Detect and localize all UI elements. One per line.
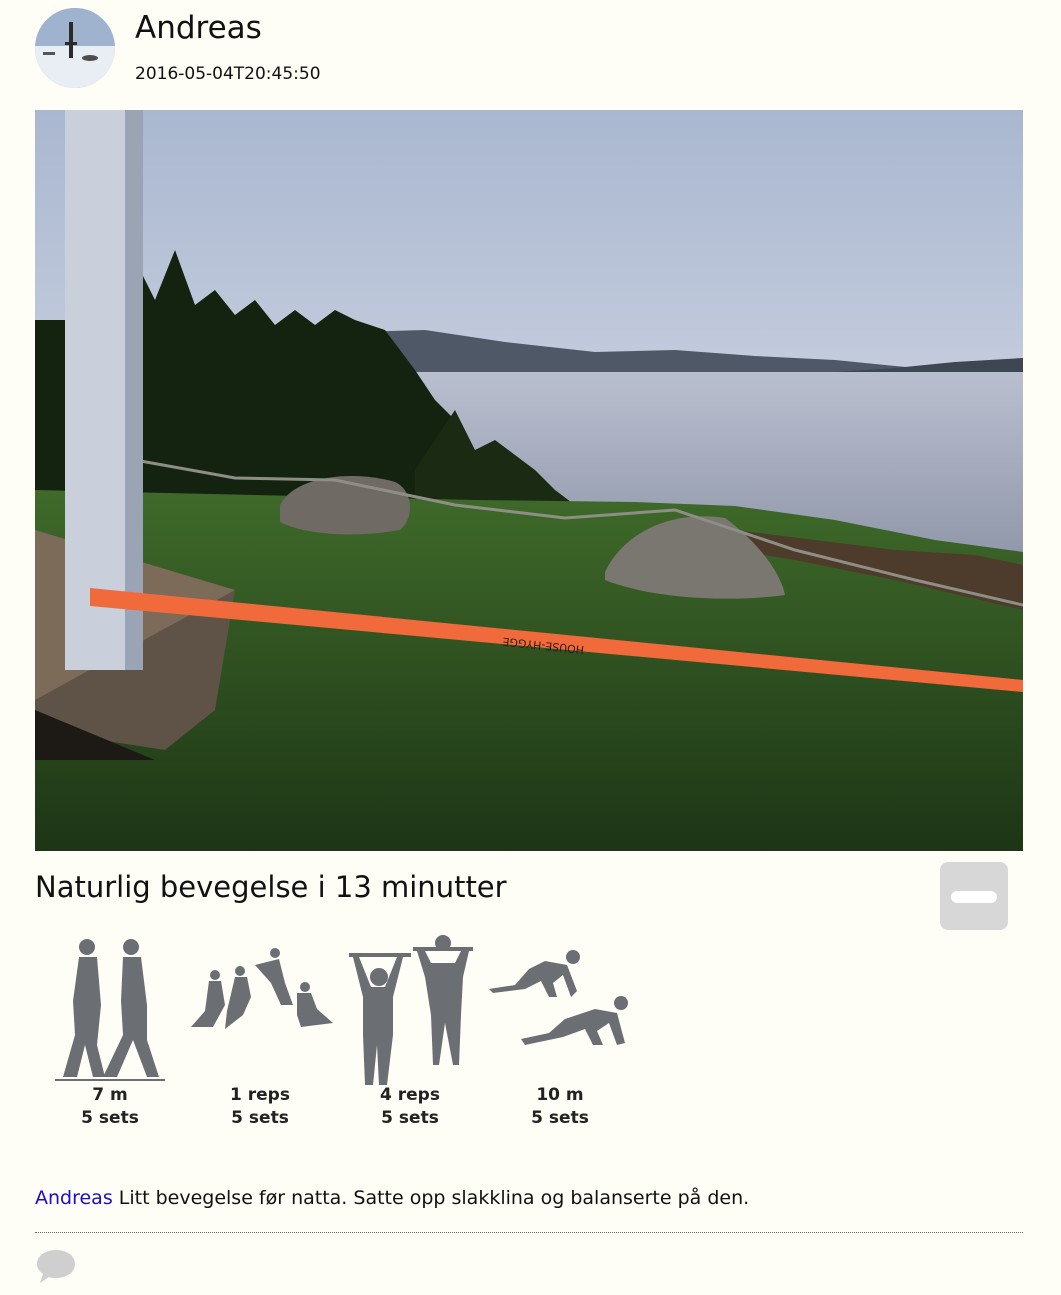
exercise-list: 7 m 5 sets 1 reps 5 sets 4 reps 5 sets 1…	[35, 935, 655, 1135]
exercise-sets: 5 sets	[531, 1108, 589, 1128]
pull-up-figures-icon	[349, 935, 473, 1085]
jumping-figures-icon	[191, 948, 333, 1029]
comment-bubble-icon[interactable]	[35, 1247, 77, 1285]
exercise-amount: 7 m	[92, 1085, 128, 1105]
exercise-item[interactable]: 1 reps 5 sets	[185, 935, 335, 1135]
exercise-amount: 1 reps	[230, 1085, 290, 1105]
post-header: Andreas 2016-05-04T20:45:50	[35, 8, 1025, 92]
exercise-item[interactable]: 7 m 5 sets	[35, 935, 185, 1135]
post-timestamp: 2016-05-04T20:45:50	[135, 64, 321, 84]
collapse-button[interactable]	[940, 862, 1008, 930]
post-photo[interactable]: HOUSE-HYGGE	[35, 110, 1023, 851]
comment-text: Litt bevegelse før natta. Satte opp slak…	[112, 1187, 750, 1209]
exercise-sets: 5 sets	[231, 1108, 289, 1128]
divider	[35, 1232, 1023, 1233]
exercise-amount: 4 reps	[380, 1085, 440, 1105]
exercise-sets: 5 sets	[81, 1108, 139, 1128]
workout-title: Naturlig bevegelse i 13 minutter	[35, 870, 507, 904]
comment: Andreas Litt bevegelse før natta. Satte …	[35, 1187, 749, 1209]
crawling-figures-icon	[489, 950, 628, 1045]
exercise-sets: 5 sets	[381, 1108, 439, 1128]
comment-author-link[interactable]: Andreas	[35, 1187, 113, 1209]
exercise-item[interactable]: 4 reps 5 sets	[335, 935, 485, 1135]
walking-figures-icon	[55, 939, 165, 1081]
avatar[interactable]	[35, 8, 115, 88]
exercise-item[interactable]: 10 m 5 sets	[485, 935, 635, 1135]
minus-icon	[951, 891, 997, 903]
exercise-amount: 10 m	[536, 1085, 584, 1105]
post-author-name[interactable]: Andreas	[135, 10, 262, 46]
